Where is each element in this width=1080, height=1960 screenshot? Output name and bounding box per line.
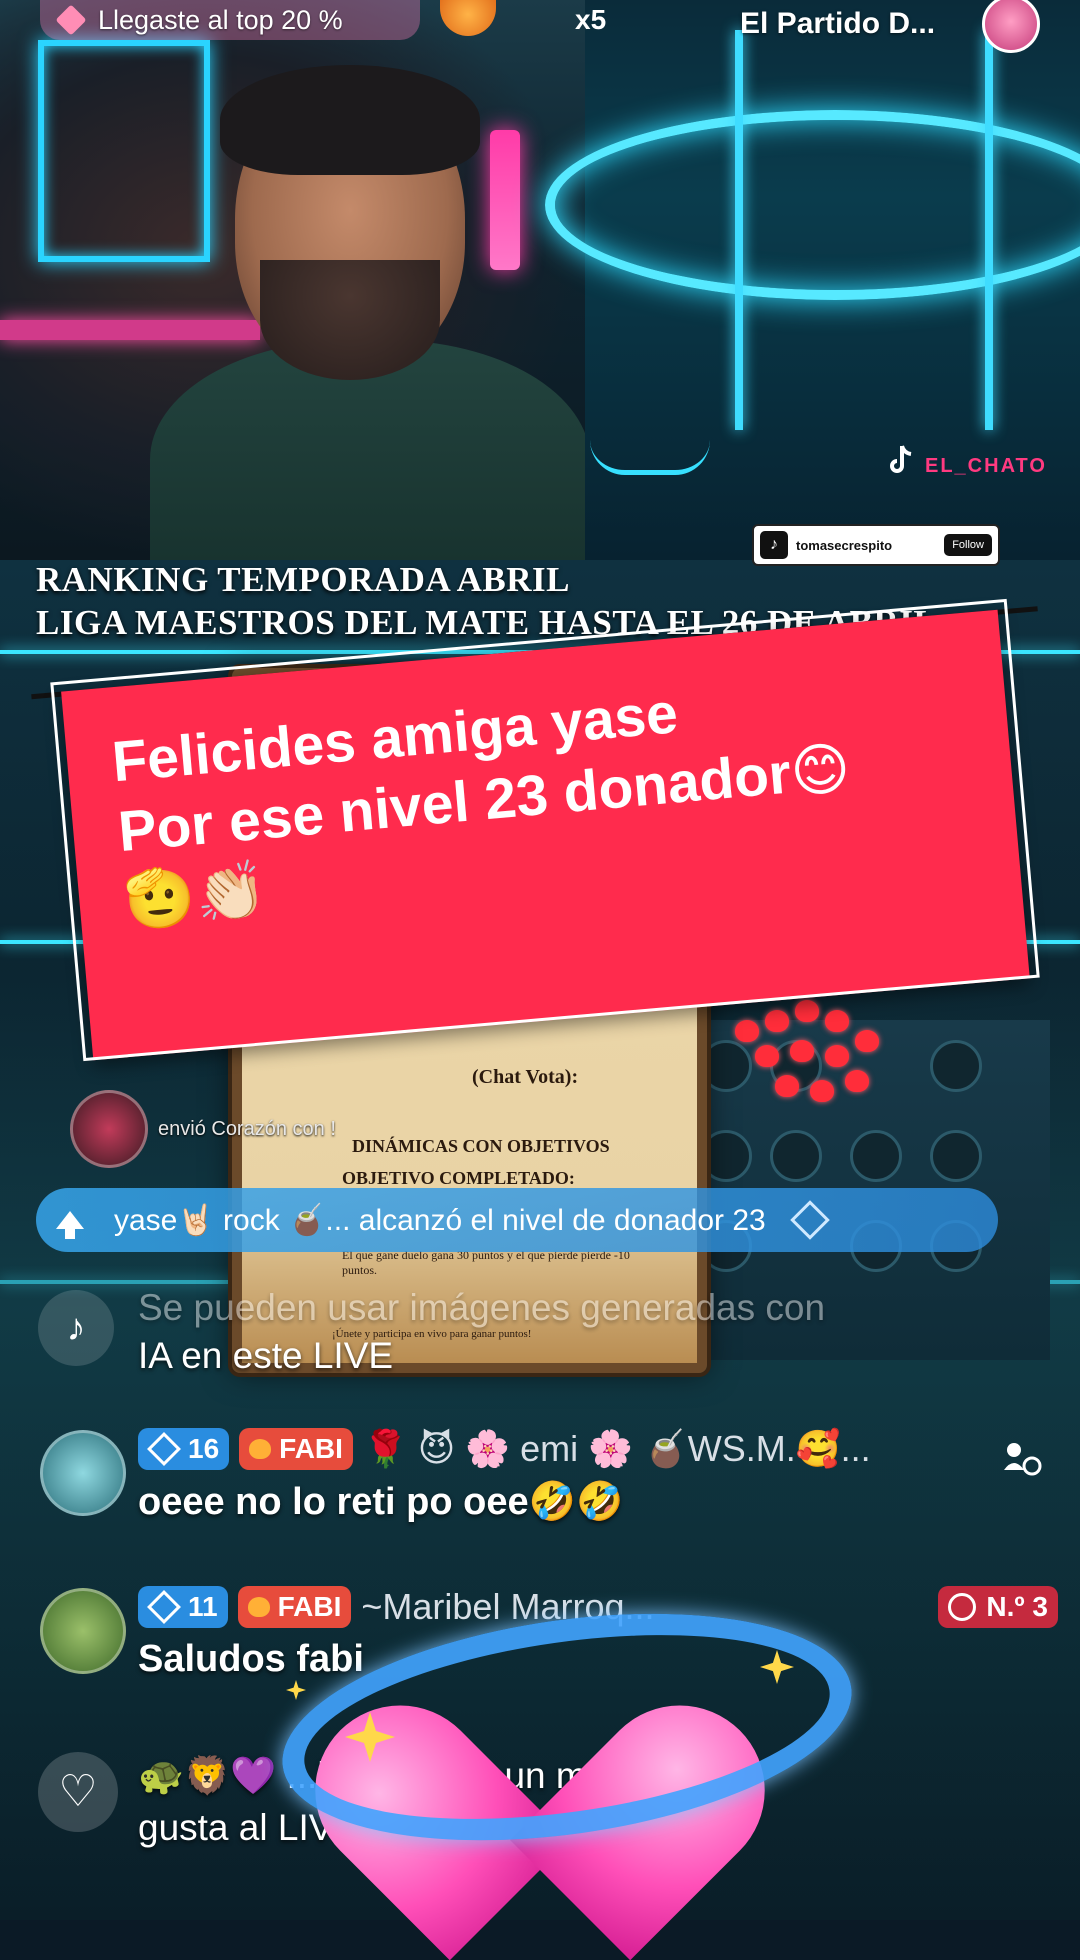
host-name: El Partido D... — [740, 7, 936, 40]
follow-handle: tomasecrespito — [796, 537, 893, 553]
hearts-cluster — [735, 1000, 895, 1120]
neon-wave — [590, 440, 710, 475]
message-text: Saludos fabi — [138, 1638, 364, 1680]
team-badge: FABI — [239, 1428, 353, 1470]
chat-message-header: 16 FABI 🌹 😈 🌸 emi 🌸 🧉WS.M.🥰... — [138, 1426, 871, 1472]
message-text: oeee no lo reti po oee🤣🤣 — [138, 1481, 624, 1523]
system-message: Se pueden usar imágenes generadas con IA… — [138, 1284, 1038, 1380]
donor-level-banner: yase🤘🏻 rock 🧉... alcanzó el nivel de don… — [36, 1188, 998, 1252]
congrats-banner: Felicides amiga yase Por ese nivel 23 do… — [31, 588, 1050, 1072]
neon-ring — [545, 110, 1080, 300]
arrow-up-icon — [56, 1211, 84, 1239]
level-banner-text: yase🤘🏻 rock 🧉... alcanzó el nivel de don… — [114, 1203, 766, 1237]
system-message-line: Se pueden usar imágenes generadas con — [138, 1287, 826, 1328]
video-left-panel — [0, 0, 590, 600]
gift-text: envió Corazón con ! — [158, 1117, 336, 1140]
level-badge: 16 — [138, 1428, 230, 1470]
host-avatar[interactable] — [982, 0, 1040, 53]
card-line: DINÁMICAS CON OBJETIVOS — [352, 1136, 610, 1156]
heart-icon — [247, 1597, 270, 1617]
card-line: (Chat Vota): — [472, 1066, 579, 1088]
rank-value: N.º 3 — [986, 1591, 1048, 1622]
watermark: EL_CHATO — [925, 455, 1047, 477]
host-info[interactable]: El Partido D... — [740, 0, 1040, 53]
follow-button[interactable]: Follow — [944, 534, 992, 556]
chat-message[interactable]: 16 FABI 🌹 😈 🌸 emi 🌸 🧉WS.M.🥰... oeee no l… — [32, 1426, 1052, 1536]
diamond-icon — [55, 4, 87, 36]
level-value: 11 — [188, 1591, 218, 1622]
ranking-line: RANKING TEMPORADA ABRIL — [36, 560, 570, 599]
card-line: OBJETIVO COMPLETADO: — [342, 1168, 575, 1188]
team-name: FABI — [277, 1591, 342, 1622]
diamond-icon — [147, 1432, 181, 1466]
tiktok-icon — [890, 445, 912, 473]
neon-bar — [735, 30, 743, 430]
timer-icon — [948, 1593, 977, 1621]
rank-pill[interactable]: Llegaste al top 20 % — [40, 0, 420, 40]
diamond-icon — [147, 1590, 181, 1624]
neon-bar — [985, 30, 993, 430]
system-message-line: IA en este LIVE — [138, 1335, 394, 1376]
multiplier: x5 — [575, 4, 607, 35]
level-value: 16 — [188, 1433, 220, 1464]
tiktok-icon: ♪ — [760, 531, 788, 559]
streamer-video — [150, 40, 590, 600]
tiktok-icon: ♪ — [38, 1290, 114, 1366]
gift-notification: envió Corazón con ! — [70, 1090, 336, 1168]
heart-icon — [249, 1439, 272, 1459]
rank-pill-label: Llegaste al top 20 % — [98, 4, 343, 35]
team-badge: FABI — [237, 1586, 352, 1628]
username[interactable]: 🌹 😈 🌸 emi 🌸 🧉WS.M.🥰... — [363, 1428, 871, 1470]
rank-badge: N.º 3 — [938, 1586, 1058, 1628]
team-name: FABI — [279, 1433, 343, 1464]
diamond-icon — [789, 1200, 830, 1240]
avatar[interactable] — [40, 1588, 126, 1674]
share-icon[interactable] — [1000, 1436, 1044, 1480]
avatar[interactable] — [70, 1090, 148, 1168]
heart-outline-icon: ♡ — [58, 1767, 98, 1816]
level-badge: 11 — [138, 1586, 228, 1628]
card-line: El que gane duelo gana 30 puntos y el qu… — [342, 1248, 630, 1277]
avatar[interactable] — [40, 1430, 126, 1516]
like-button[interactable]: ♡ — [38, 1752, 118, 1832]
